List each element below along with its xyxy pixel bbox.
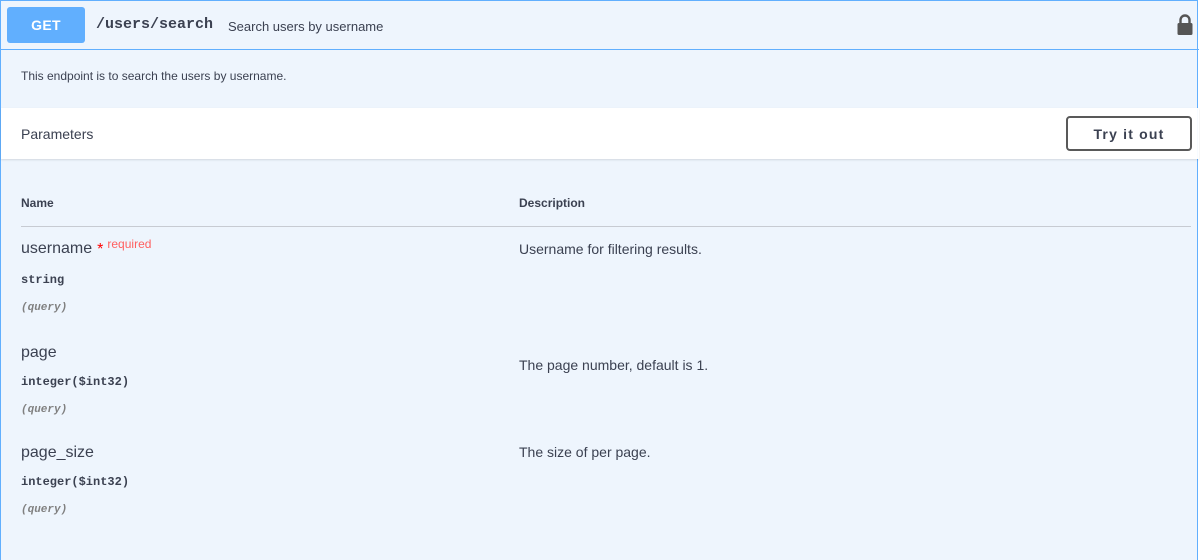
operation-path: /users/search — [96, 16, 214, 33]
operation-summary-text: Search users by username — [228, 19, 384, 34]
parameter-location: (query) — [21, 504, 68, 516]
parameter-description: The size of per page. — [519, 444, 651, 460]
parameter-page: page integer($int32) (query) — [21, 344, 129, 416]
parameter-page-size: page_size integer($int32) (query) — [21, 444, 129, 516]
lock-icon[interactable] — [1176, 13, 1194, 37]
parameter-type: string — [21, 273, 65, 287]
parameter-username: username * required string (query) — [21, 237, 151, 314]
parameter-type: integer($int32) — [21, 375, 130, 389]
operation-description: This endpoint is to search the users by … — [21, 69, 287, 83]
required-marker: * — [97, 241, 104, 258]
parameter-type: integer($int32) — [21, 475, 130, 489]
parameter-location: (query) — [21, 404, 68, 416]
parameters-title: Parameters — [21, 126, 94, 142]
operation-summary[interactable]: GET /users/search Search users by userna… — [1, 1, 1199, 50]
parameter-name: page — [21, 344, 57, 361]
column-header-name: Name — [21, 196, 54, 210]
operation-block: GET /users/search Search users by userna… — [0, 0, 1199, 560]
header-divider — [21, 226, 1191, 227]
parameter-name: page_size — [21, 444, 94, 461]
parameters-header: Parameters Try it out — [1, 108, 1199, 159]
method-badge: GET — [7, 7, 85, 43]
parameter-name: username — [21, 240, 93, 257]
try-it-out-button[interactable]: Try it out — [1066, 116, 1192, 151]
parameter-description: The page number, default is 1. — [519, 357, 709, 373]
column-header-description: Description — [519, 196, 586, 210]
parameter-description: Username for filtering results. — [519, 241, 702, 257]
required-label: required — [107, 237, 152, 251]
parameter-location: (query) — [21, 302, 68, 314]
